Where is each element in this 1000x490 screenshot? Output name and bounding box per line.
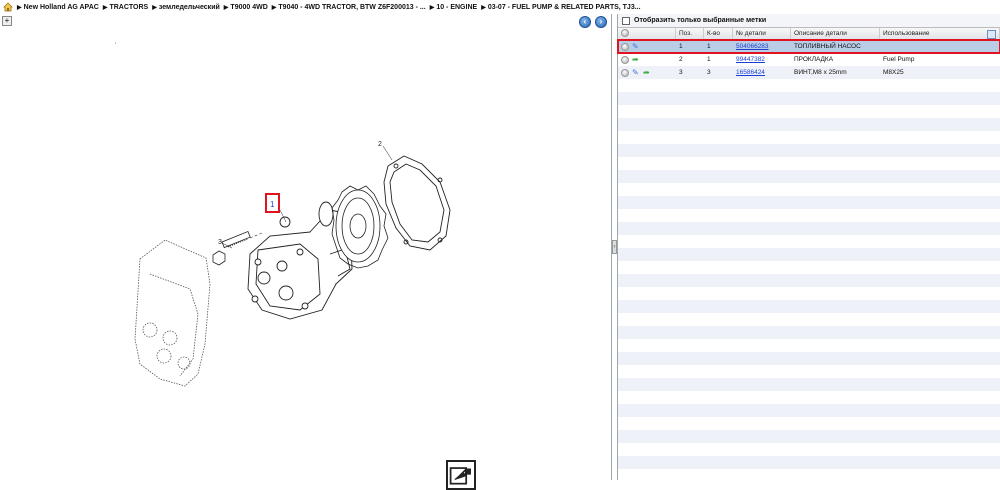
table-row[interactable]: ✎ ➦ 3 3 16586424 ВИНТ,M8 x 25mm M8X25: [618, 66, 1000, 79]
gasket-part: [383, 155, 451, 251]
empty-row: [618, 144, 1000, 157]
empty-row: [618, 131, 1000, 144]
empty-row: [618, 326, 1000, 339]
cell-description: ВИНТ,M8 x 25mm: [794, 69, 847, 76]
empty-row: [618, 313, 1000, 326]
filter-bar: Отобразить только выбранные метки: [618, 14, 1000, 28]
table-row[interactable]: ➦ 2 1 99447382 ПРОКЛАДКА Fuel Pump: [618, 53, 1000, 66]
empty-row: [618, 222, 1000, 235]
cell-pos: 1: [679, 43, 683, 50]
grid-header: Поз. К-во № детали Описание детали Испол…: [618, 28, 1000, 40]
wrench-icon[interactable]: ✎: [632, 69, 640, 77]
breadcrumb: ▶ New Holland AG APAC ▶ TRACTORS ▶ земледел…: [0, 0, 1000, 14]
breadcrumb-item-model[interactable]: ▶ T9040 - 4WD TRACTOR, BTW Z6F200013 - ..…: [272, 4, 426, 11]
empty-row: [618, 287, 1000, 300]
part-number-link[interactable]: 504066283: [736, 43, 769, 50]
cell-qty: 1: [707, 56, 711, 63]
cell-pos: 2: [679, 56, 683, 63]
replacement-arrow-icon[interactable]: ➦: [643, 69, 651, 77]
bracket-outline: [134, 239, 211, 387]
empty-row: [618, 456, 1000, 469]
empty-row: [618, 443, 1000, 456]
breadcrumb-item-agricultural[interactable]: ▶ земледельческий: [152, 4, 220, 11]
empty-row: [618, 300, 1000, 313]
breadcrumb-item-series[interactable]: ▶ T9000 4WD: [224, 4, 268, 11]
row-select-icon[interactable]: [621, 68, 629, 77]
cell-description: ПРОКЛАДКА: [794, 56, 834, 63]
header-part-number[interactable]: № детали: [733, 28, 791, 39]
diagram-pane: + 2 3 1 ': [0, 14, 612, 490]
nav-forward-icon[interactable]: ›: [595, 16, 607, 28]
empty-row: [618, 404, 1000, 417]
callout-1: 1: [270, 200, 275, 209]
empty-row: [618, 430, 1000, 443]
empty-row: [618, 157, 1000, 170]
header-qty[interactable]: К-во: [704, 28, 733, 39]
select-all-icon[interactable]: [621, 29, 629, 38]
empty-row: [618, 365, 1000, 378]
table-row[interactable]: ✎ 1 1 504066283 ТОПЛИВНЫЙ НАСОС: [617, 39, 1000, 54]
row-select-icon[interactable]: [621, 42, 629, 51]
empty-row: [618, 170, 1000, 183]
empty-row: [618, 261, 1000, 274]
part-number-link[interactable]: 16586424: [736, 69, 765, 76]
empty-row: [618, 105, 1000, 118]
export-icon[interactable]: [446, 460, 476, 490]
breadcrumb-item-tractors[interactable]: ▶ TRACTORS: [103, 4, 148, 11]
header-icons: [618, 28, 676, 39]
breadcrumb-item-section[interactable]: ▶ 03-07 - FUEL PUMP & RELATED PARTS, TJ3.…: [481, 4, 640, 11]
empty-row: [618, 235, 1000, 248]
empty-row: [618, 352, 1000, 365]
empty-row: [618, 196, 1000, 209]
cell-pos: 3: [679, 69, 683, 76]
empty-row: [618, 118, 1000, 131]
empty-row: [618, 209, 1000, 222]
bolt-part: [212, 230, 251, 266]
callout-2: 2: [378, 141, 382, 148]
empty-row: [618, 183, 1000, 196]
cell-qty: 1: [707, 43, 711, 50]
filter-label: Отобразить только выбранные метки: [634, 17, 767, 24]
callout-3: 3: [218, 239, 222, 246]
row-select-icon[interactable]: [621, 55, 629, 64]
cell-usage: Fuel Pump: [883, 56, 915, 63]
header-usage[interactable]: Использование: [880, 28, 1000, 39]
empty-row: [618, 378, 1000, 391]
column-settings-icon[interactable]: [987, 30, 996, 39]
parts-grid: Поз. К-во № детали Описание детали Испол…: [617, 28, 1000, 469]
empty-grid-area: [618, 79, 1000, 469]
header-pos[interactable]: Поз.: [676, 28, 704, 39]
cell-usage: M8X25: [883, 69, 904, 76]
empty-row: [618, 274, 1000, 287]
parts-diagram: 2 3 1 ': [115, 43, 451, 387]
empty-row: [618, 339, 1000, 352]
empty-row: [618, 92, 1000, 105]
part-number-link[interactable]: 99447382: [736, 56, 765, 63]
header-description[interactable]: Описание детали: [791, 28, 880, 39]
home-icon[interactable]: [3, 2, 13, 12]
replacement-arrow-icon[interactable]: ➦: [632, 56, 640, 64]
empty-row: [618, 391, 1000, 404]
parts-list-pane: Отобразить только выбранные метки Поз. К…: [617, 14, 1000, 480]
svg-text:': ': [115, 43, 116, 49]
empty-row: [618, 79, 1000, 92]
breadcrumb-item-brand[interactable]: ▶ New Holland AG APAC: [17, 4, 99, 11]
cell-qty: 3: [707, 69, 711, 76]
breadcrumb-item-engine[interactable]: ▶ 10 - ENGINE: [430, 4, 477, 11]
empty-row: [618, 417, 1000, 430]
nav-back-icon[interactable]: ‹: [579, 16, 591, 28]
cell-description: ТОПЛИВНЫЙ НАСОС: [794, 43, 861, 50]
filter-checkbox[interactable]: [622, 16, 630, 25]
wrench-icon[interactable]: ✎: [632, 43, 640, 51]
empty-row: [618, 248, 1000, 261]
